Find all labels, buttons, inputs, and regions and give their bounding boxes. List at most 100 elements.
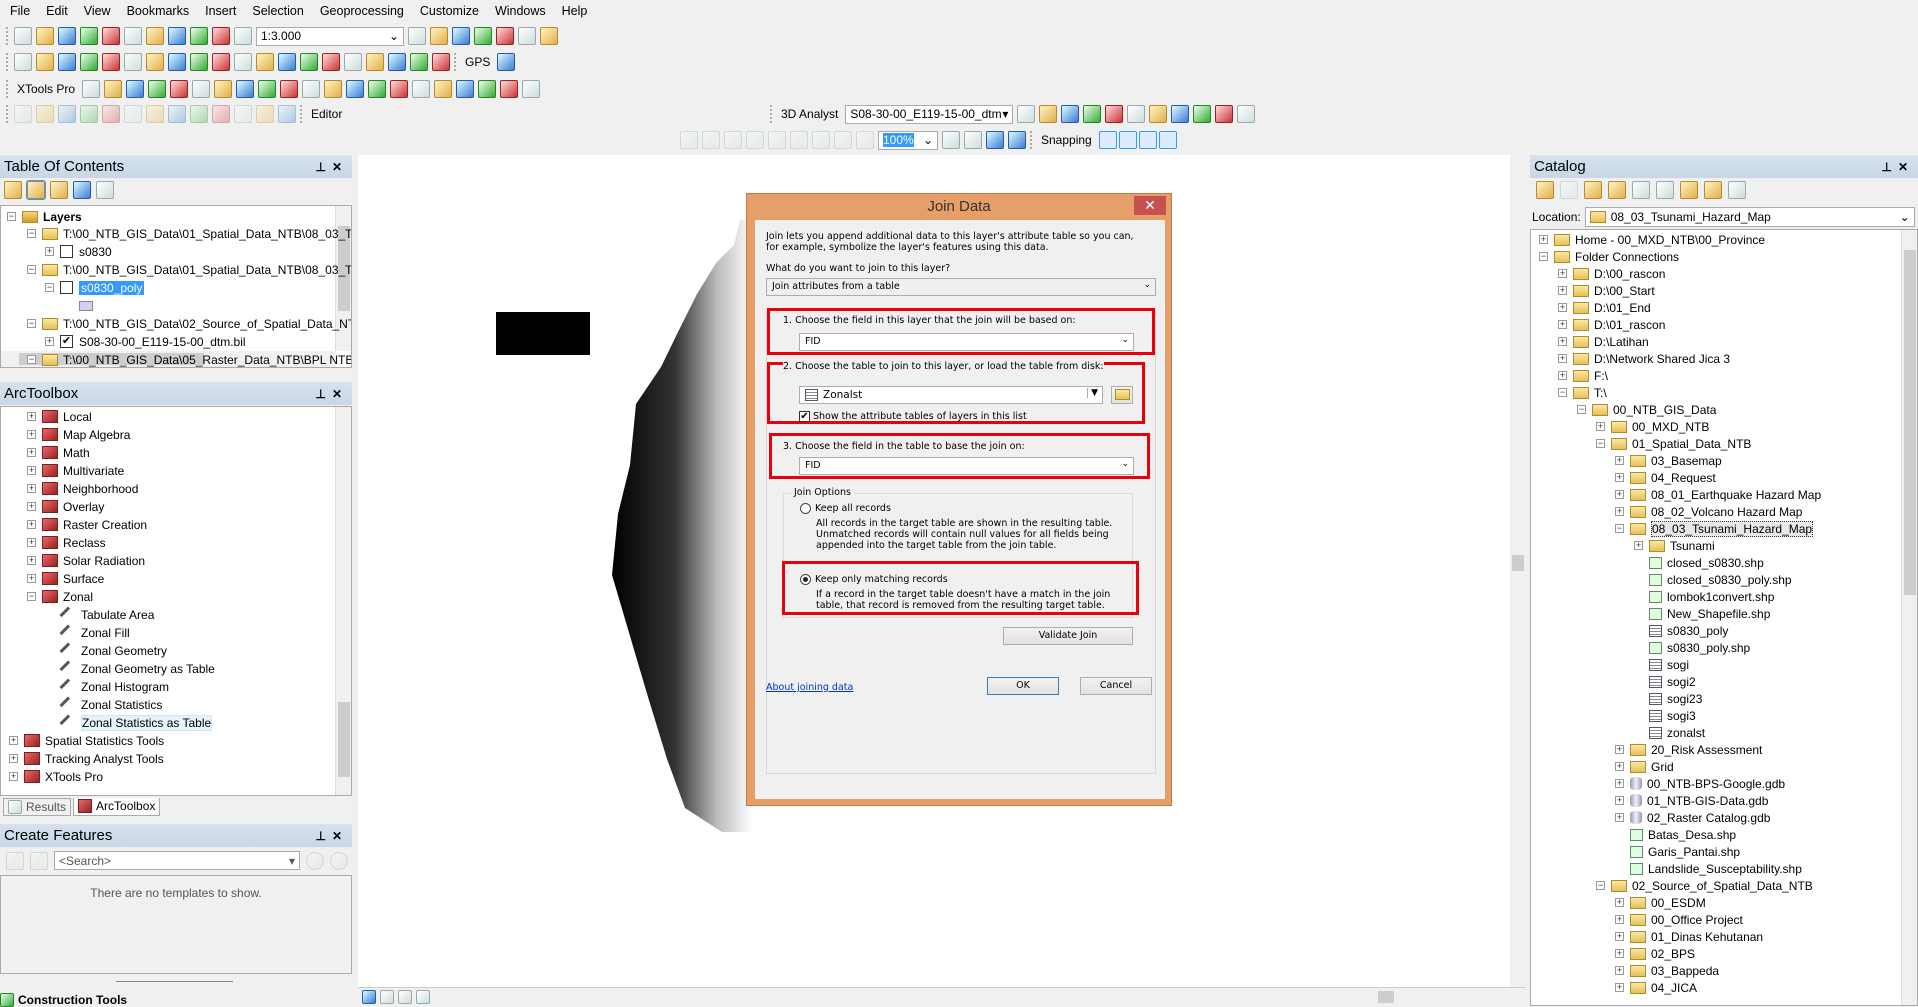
expander-icon[interactable]: − (45, 283, 54, 292)
expander-icon[interactable]: + (1615, 898, 1624, 907)
convert2-icon[interactable] (170, 80, 189, 98)
catalog-item[interactable]: +02_BPS (1615, 945, 1695, 962)
layer-label[interactable]: S08-30-00_E119-15-00_dtm.bil (79, 335, 246, 349)
catalog-item[interactable]: +08_02_Volcano Hazard Map (1615, 503, 1802, 520)
cut-polygon-icon[interactable] (80, 105, 98, 123)
catalog-item[interactable]: zonalst (1634, 724, 1705, 741)
gps-menu[interactable]: GPS (462, 55, 493, 69)
toolbar-grip[interactable] (6, 27, 10, 45)
expander-icon[interactable]: − (1539, 252, 1548, 261)
catalog-item[interactable]: − T:\ (1558, 384, 1607, 401)
expander-icon[interactable]: + (1615, 983, 1624, 992)
expander-icon[interactable]: + (1615, 796, 1624, 805)
options-icon[interactable] (1728, 181, 1746, 199)
catalog-item[interactable]: s0830_poly (1634, 622, 1728, 639)
layout-pan-icon[interactable] (724, 131, 742, 149)
rotate-icon[interactable] (102, 105, 120, 123)
tab-results[interactable]: Results (3, 798, 72, 816)
connect-folder-icon[interactable] (1632, 181, 1650, 199)
catalog-item[interactable]: + D:\01_rascon (1558, 316, 1665, 333)
toolbar-grip[interactable] (1030, 131, 1034, 149)
fixed-zoom-in-icon[interactable] (102, 53, 120, 71)
toolbox-item[interactable]: + Tracking Analyst Tools (9, 750, 164, 767)
catalog-item[interactable]: sogi (1634, 656, 1689, 673)
catalog-item[interactable]: + Home - 00_MXD_NTB\00_Province (1539, 231, 1765, 248)
expander-icon[interactable]: + (27, 520, 36, 529)
pin-close-icons[interactable]: ⊥✕ (315, 160, 348, 174)
expander-icon[interactable]: + (1558, 320, 1567, 329)
zoom-percent-combo[interactable]: 100% ⌄ (878, 130, 938, 150)
toolbox-item[interactable]: + Reclass (27, 534, 106, 551)
catalog-item[interactable]: Landslide_Susceptability.shp (1615, 860, 1802, 877)
table-field-select[interactable]: FID ⌄ (799, 457, 1134, 475)
toggle-draft-icon[interactable] (942, 131, 960, 149)
catalog-item[interactable]: +00_MXD_NTB (1596, 418, 1709, 435)
catalog-item[interactable]: +04_JICA (1615, 979, 1697, 996)
toolbox-item[interactable]: Zonal Geometry (59, 642, 167, 659)
expander-icon[interactable]: + (45, 337, 54, 346)
browse-table-button[interactable] (1111, 386, 1133, 404)
pin-close-icons[interactable]: ⊥✕ (1881, 160, 1914, 174)
expander-icon[interactable]: + (1615, 813, 1624, 822)
zoom-whole-page-icon[interactable] (746, 131, 764, 149)
cut-icon[interactable] (102, 27, 120, 45)
catalog-item[interactable]: +02_Raster Catalog.gdb (1615, 809, 1770, 826)
clear-search-icon[interactable] (330, 851, 348, 870)
profile-graph-icon[interactable] (1105, 105, 1124, 123)
toolbox-item[interactable]: − Zonal (27, 588, 93, 605)
refresh-icon[interactable] (390, 80, 409, 98)
trace-icon[interactable] (256, 105, 274, 123)
expander-icon[interactable]: − (27, 319, 36, 328)
info2-icon[interactable] (258, 80, 277, 98)
show-tables-checkbox-row[interactable]: ✔ Show the attribute tables of layers in … (799, 411, 1027, 422)
delete-icon[interactable] (168, 27, 186, 45)
split-icon[interactable] (58, 105, 76, 123)
snapping-menu[interactable]: Snapping (1038, 133, 1095, 147)
zoom-100-icon[interactable] (768, 131, 786, 149)
expander-icon[interactable]: + (9, 754, 18, 763)
hyperlink-icon[interactable] (278, 53, 296, 71)
buffer-icon[interactable] (278, 105, 296, 123)
expander-icon[interactable]: − (27, 592, 36, 601)
search-window-icon[interactable] (474, 27, 492, 45)
fixed-zoom-in-icon[interactable] (790, 131, 808, 149)
3d-analyst-menu[interactable]: 3D Analyst (778, 107, 841, 121)
toolbox-item[interactable]: + Solar Radiation (27, 552, 145, 569)
expander-icon[interactable]: + (1558, 303, 1567, 312)
menu-customize[interactable]: Customize (420, 4, 479, 18)
generalize-icon[interactable] (124, 105, 142, 123)
expander-icon[interactable]: + (1615, 915, 1624, 924)
scene-icon[interactable] (1171, 105, 1190, 123)
upload-icon[interactable] (1193, 105, 1212, 123)
template-search-input[interactable]: <Search> ▾ (54, 851, 300, 870)
arctoolbox-icon[interactable] (496, 27, 514, 45)
find-icon[interactable] (344, 53, 362, 71)
toc-layer[interactable]: − s0830_poly (45, 279, 145, 296)
expander-icon[interactable]: + (27, 430, 36, 439)
expander-icon[interactable]: − (1596, 881, 1605, 890)
collapse-icon[interactable]: − (7, 212, 16, 221)
table-icon[interactable] (104, 80, 123, 98)
table-ops-icon[interactable] (214, 80, 233, 98)
expander-icon[interactable]: + (1558, 337, 1567, 346)
toolbox-item[interactable]: Zonal Geometry as Table (59, 660, 215, 677)
select-features-icon[interactable] (190, 53, 208, 71)
expander-icon[interactable]: + (1615, 745, 1624, 754)
toc-layer[interactable]: + ✔ S08-30-00_E119-15-00_dtm.bil (45, 333, 246, 350)
expander-icon[interactable]: + (27, 412, 36, 421)
catalog-item[interactable]: + D:\Network Shared Jica 3 (1558, 350, 1730, 367)
catalog-item[interactable]: − 00_NTB_GIS_Data (1577, 401, 1716, 418)
overlay-icon[interactable] (412, 80, 431, 98)
catalog-item[interactable]: New_Shapefile.shp (1634, 605, 1770, 622)
catalog-icon[interactable] (452, 27, 470, 45)
pin-close-icons[interactable]: ⊥✕ (315, 387, 348, 401)
location-combo[interactable]: 08_03_Tsunami_Hazard_Map ⌄ (1584, 207, 1915, 227)
toolbox-item[interactable]: + Map Algebra (27, 426, 130, 443)
catalog-item[interactable]: +00_Office Project (1615, 911, 1743, 928)
catalog-item[interactable]: closed_s0830.shp (1634, 554, 1764, 571)
zoom-in-icon[interactable] (14, 53, 32, 71)
line-of-sight-icon[interactable] (1061, 105, 1080, 123)
layer-label[interactable]: s0830_poly (79, 280, 145, 295)
steepest-path-icon[interactable] (1039, 105, 1058, 123)
catalog-item[interactable]: + D:\00_rascon (1558, 265, 1665, 282)
